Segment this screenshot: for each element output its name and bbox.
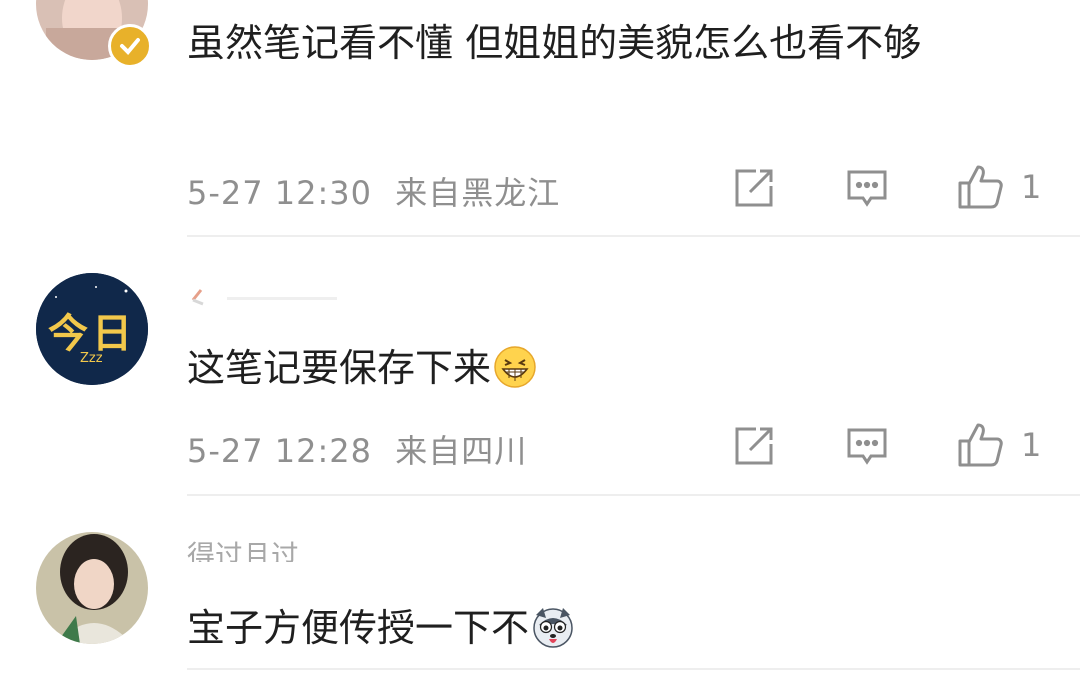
author-name <box>187 282 357 310</box>
like-count: 1 <box>1021 168 1042 206</box>
author-name[interactable]: 得过且过_ <box>187 536 313 562</box>
comment-meta: 5-27 12:28 来自四川 <box>187 426 527 472</box>
comment-text-body: 宝子方便传授一下不 <box>187 606 530 650</box>
comment-item: 虽然笔记看不懂 但姐姐的美貌怎么也看不够 5-27 12:30 来自黑龙江 1 <box>0 0 1080 240</box>
thumbs-up-icon[interactable] <box>956 163 1004 211</box>
comment-time: 5-27 12:28 <box>187 432 373 470</box>
divider <box>187 668 1080 670</box>
divider <box>187 235 1080 237</box>
thumbs-up-icon[interactable] <box>956 421 1004 469</box>
comment-item: 今日 Zzz 这笔记要保存下来 5-27 12:28 来自四川 1 <box>0 240 1080 498</box>
comment-time: 5-27 12:30 <box>187 174 373 212</box>
comment-item: 得过且过_ 宝子方便传授一下不 <box>0 498 1080 675</box>
husky-emoji <box>531 605 575 649</box>
comment-text: 这笔记要保存下来 <box>187 342 1020 394</box>
comment-text-body: 这笔记要保存下来 <box>187 346 492 390</box>
comment-icon[interactable] <box>845 424 889 468</box>
grin-emoji <box>493 345 537 389</box>
avatar-subtext: Zzz <box>80 351 103 366</box>
divider <box>187 494 1080 496</box>
like-count: 1 <box>1021 426 1042 464</box>
avatar[interactable] <box>36 532 148 644</box>
comment-text: 宝子方便传授一下不 <box>187 602 1020 654</box>
verified-badge-icon <box>108 24 152 68</box>
comment-text: 虽然笔记看不懂 但姐姐的美貌怎么也看不够 <box>187 21 922 65</box>
comment-location: 来自黑龙江 <box>395 174 561 212</box>
comment-icon[interactable] <box>845 166 889 210</box>
share-icon[interactable] <box>732 166 776 210</box>
avatar[interactable]: 今日 Zzz <box>36 273 148 385</box>
comment-meta: 5-27 12:30 来自黑龙江 <box>187 168 560 214</box>
comment-location: 来自四川 <box>395 432 528 470</box>
share-icon[interactable] <box>732 424 776 468</box>
